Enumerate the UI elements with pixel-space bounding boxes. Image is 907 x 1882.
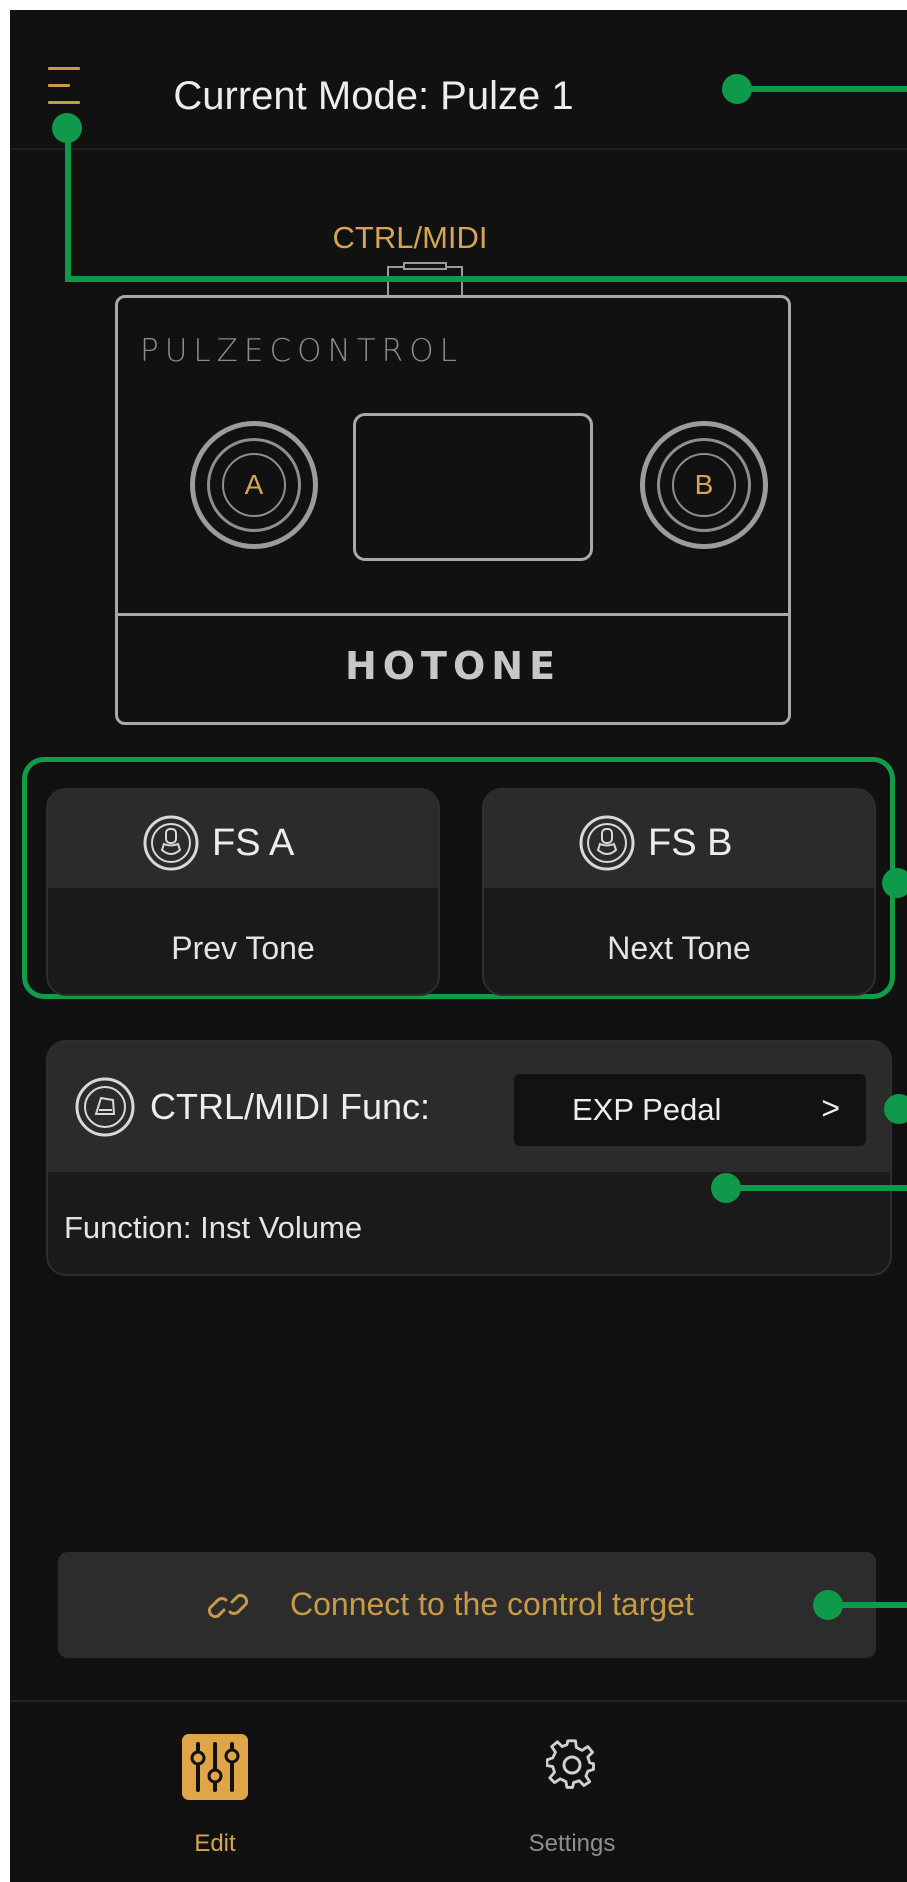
ctrl-midi-func-select[interactable]: EXP Pedal > [514,1074,866,1146]
ctrl-midi-function-text: Function: Inst Volume [64,1210,363,1245]
annotation-line [735,86,907,92]
nav-tab-edit[interactable]: Edit [170,1722,270,1857]
chevron-right-icon: > [821,1090,840,1126]
bottom-nav: Edit Settings [10,1700,907,1882]
footswitch-a-label: A [222,453,286,517]
fs-b-name: FS B [648,822,733,864]
expression-pedal-icon [75,1077,135,1137]
nav-tab-settings[interactable]: Settings [510,1722,630,1857]
fs-b-function: Next Tone [607,930,751,966]
pulze-control-device: PULZECONTROL A B HOTONE [115,295,791,725]
menu-icon-line [48,67,80,70]
annotation-line [826,1602,907,1608]
device-display [353,413,593,561]
device-divider [118,613,788,616]
fs-a-function: Prev Tone [171,930,315,966]
link-icon [207,1593,249,1619]
annotation-dot [882,868,907,898]
annotation-line [65,276,907,282]
ctrl-midi-func-label: CTRL/MIDI Func: [150,1086,431,1127]
footswitch-icon [579,815,635,871]
footswitch-icon [143,815,199,871]
device-brand-text: PULZECONTROL [140,333,463,369]
connect-target-label: Connect to the control target [290,1586,694,1622]
ctrl-midi-card: CTRL/MIDI Func: EXP Pedal > Function: In… [46,1040,892,1276]
nav-tab-settings-label: Settings [528,1830,616,1857]
fs-b-card[interactable]: FS B Next Tone [482,788,876,996]
annotation-line [724,1185,907,1191]
app-screen: Current Mode: Pulze 1 CTRL/MIDI PULZECON… [10,10,907,1882]
connect-target-button[interactable]: Connect to the control target [58,1552,876,1658]
nav-tab-edit-label: Edit [194,1830,236,1857]
ctrl-midi-port-label: CTRL/MIDI [332,220,488,255]
annotation-dot [884,1094,907,1124]
mixer-sliders-icon [182,1734,248,1800]
device-footswitch-b[interactable]: B [640,421,768,549]
header-bar: Current Mode: Pulze 1 [10,10,907,150]
hotone-logo: HOTONE [344,644,562,688]
gear-icon [546,1739,595,1789]
footswitch-b-label: B [672,453,736,517]
fs-a-name: FS A [212,822,295,864]
annotation-line [65,125,71,281]
ctrl-midi-func-value: EXP Pedal [572,1092,722,1127]
fs-a-card[interactable]: FS A Prev Tone [46,788,440,996]
device-footswitch-a[interactable]: A [190,421,318,549]
page-title: Current Mode: Pulze 1 [173,74,574,118]
